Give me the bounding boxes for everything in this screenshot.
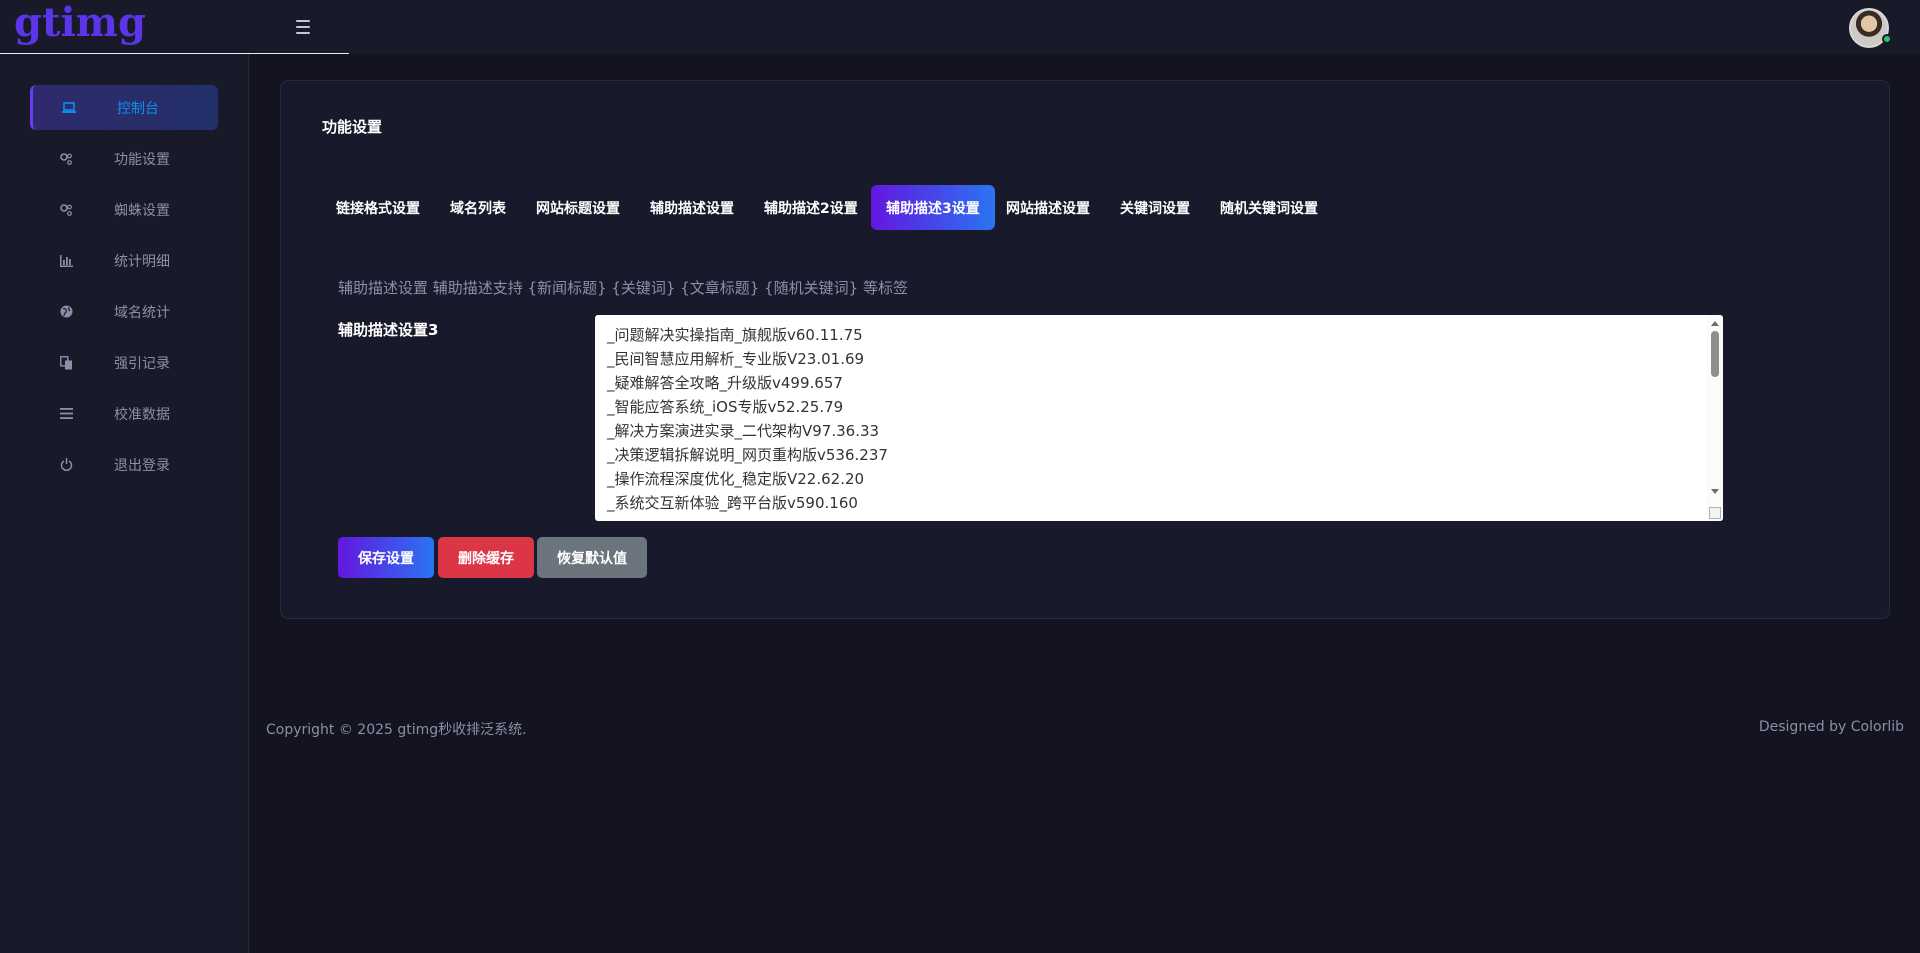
tab-aux-desc-3[interactable]: 辅助描述3设置: [871, 185, 995, 230]
power-icon: [58, 457, 74, 473]
tab-aux-desc[interactable]: 辅助描述设置: [635, 185, 749, 230]
copy-icon: [58, 355, 74, 371]
textarea-line: _解决方案演进实录_二代架构V97.36.33: [607, 422, 880, 440]
save-button[interactable]: 保存设置: [338, 537, 434, 578]
sidebar-item-label: 蜘蛛设置: [114, 202, 170, 219]
textarea-line: _决策逻辑拆解说明_网页重构版v536.237: [607, 446, 888, 464]
textarea-line: _系统交互新体验_跨平台版v590.160: [607, 494, 858, 512]
sidebar-item-label: 功能设置: [114, 151, 170, 168]
laptop-icon: [61, 100, 77, 116]
settings-card: 功能设置 链接格式设置 域名列表 网站标题设置 辅助描述设置 辅助描述2设置 辅…: [280, 80, 1890, 619]
sidebar-item-calibrate-data[interactable]: 校准数据: [30, 391, 218, 436]
tab-keywords[interactable]: 关键词设置: [1105, 185, 1205, 230]
sidebar-item-label: 统计明细: [114, 253, 170, 270]
field-hint: 辅助描述设置 辅助描述支持 {新闻标题} {关键词} {文章标题} {随机关键词…: [338, 279, 908, 297]
sidebar-item-label: 强引记录: [114, 355, 170, 372]
sidebar-item-label: 控制台: [117, 100, 159, 117]
tab-link-format[interactable]: 链接格式设置: [321, 185, 435, 230]
scroll-down-arrow-icon[interactable]: [1711, 489, 1719, 494]
textarea-line: _民间智慧应用解析_专业版V23.01.69: [607, 350, 865, 368]
cogs-icon: [58, 202, 74, 218]
tab-domain-list[interactable]: 域名列表: [435, 185, 521, 230]
textarea-line: _问题解决实操指南_旗舰版v60.11.75: [607, 326, 863, 344]
logo-area: gtimg: [0, 0, 349, 54]
tab-random-keywords[interactable]: 随机关键词设置: [1205, 185, 1333, 230]
textarea-content[interactable]: _问题解决实操指南_旗舰版v60.11.75 _民间智慧应用解析_专业版V23.…: [607, 323, 1701, 515]
textarea-line: _智能应答系统_iOS专版v52.25.79: [607, 398, 844, 416]
textarea-line: _疑难解答全攻略_升级版v499.657: [607, 374, 843, 392]
sidebar-item-function-settings[interactable]: 功能设置: [30, 136, 218, 181]
sidebar: 控制台 功能设置 蜘蛛设置 统计明细 域名统计 强引记录 校准数据 退出登录: [0, 54, 249, 953]
sidebar-item-statistics[interactable]: 统计明细: [30, 238, 218, 283]
sidebar-item-domain-stats[interactable]: 域名统计: [30, 289, 218, 334]
sidebar-item-logout[interactable]: 退出登录: [30, 442, 218, 487]
aux-desc-3-textarea[interactable]: _问题解决实操指南_旗舰版v60.11.75 _民间智慧应用解析_专业版V23.…: [595, 315, 1723, 521]
sidebar-item-label: 域名统计: [114, 304, 170, 321]
field-label: 辅助描述设置3: [338, 321, 439, 339]
footer-copyright: Copyright © 2025 gtimg秒收排泛系统.: [266, 722, 527, 738]
textarea-line: _操作流程深度优化_稳定版V22.62.20: [607, 470, 865, 488]
tab-aux-desc-2[interactable]: 辅助描述2设置: [749, 185, 873, 230]
restore-defaults-button[interactable]: 恢复默认值: [537, 537, 647, 578]
sidebar-item-label: 退出登录: [114, 457, 170, 474]
scroll-thumb[interactable]: [1711, 331, 1719, 377]
page-title: 功能设置: [322, 118, 383, 136]
sidebar-item-spider-settings[interactable]: 蜘蛛设置: [30, 187, 218, 232]
delete-cache-button[interactable]: 删除缓存: [438, 537, 534, 578]
sidebar-item-dashboard[interactable]: 控制台: [30, 85, 218, 130]
sidebar-item-redirect-records[interactable]: 强引记录: [30, 340, 218, 385]
globe-icon: [58, 304, 74, 320]
sidebar-item-label: 校准数据: [114, 406, 170, 423]
list-icon: [58, 406, 74, 422]
tab-site-desc[interactable]: 网站描述设置: [991, 185, 1105, 230]
logo[interactable]: gtimg: [14, 0, 146, 48]
hamburger-menu-icon[interactable]: [292, 18, 314, 36]
online-status-dot: [1882, 34, 1892, 44]
scroll-up-arrow-icon[interactable]: [1711, 321, 1719, 326]
resize-grip-icon[interactable]: [1709, 507, 1721, 519]
bar-chart-icon: [58, 253, 74, 269]
cogs-icon: [58, 151, 74, 167]
footer-designer-credit[interactable]: Designed by Colorlib: [1759, 719, 1904, 735]
textarea-scrollbar[interactable]: [1707, 315, 1723, 521]
tab-site-title[interactable]: 网站标题设置: [521, 185, 635, 230]
